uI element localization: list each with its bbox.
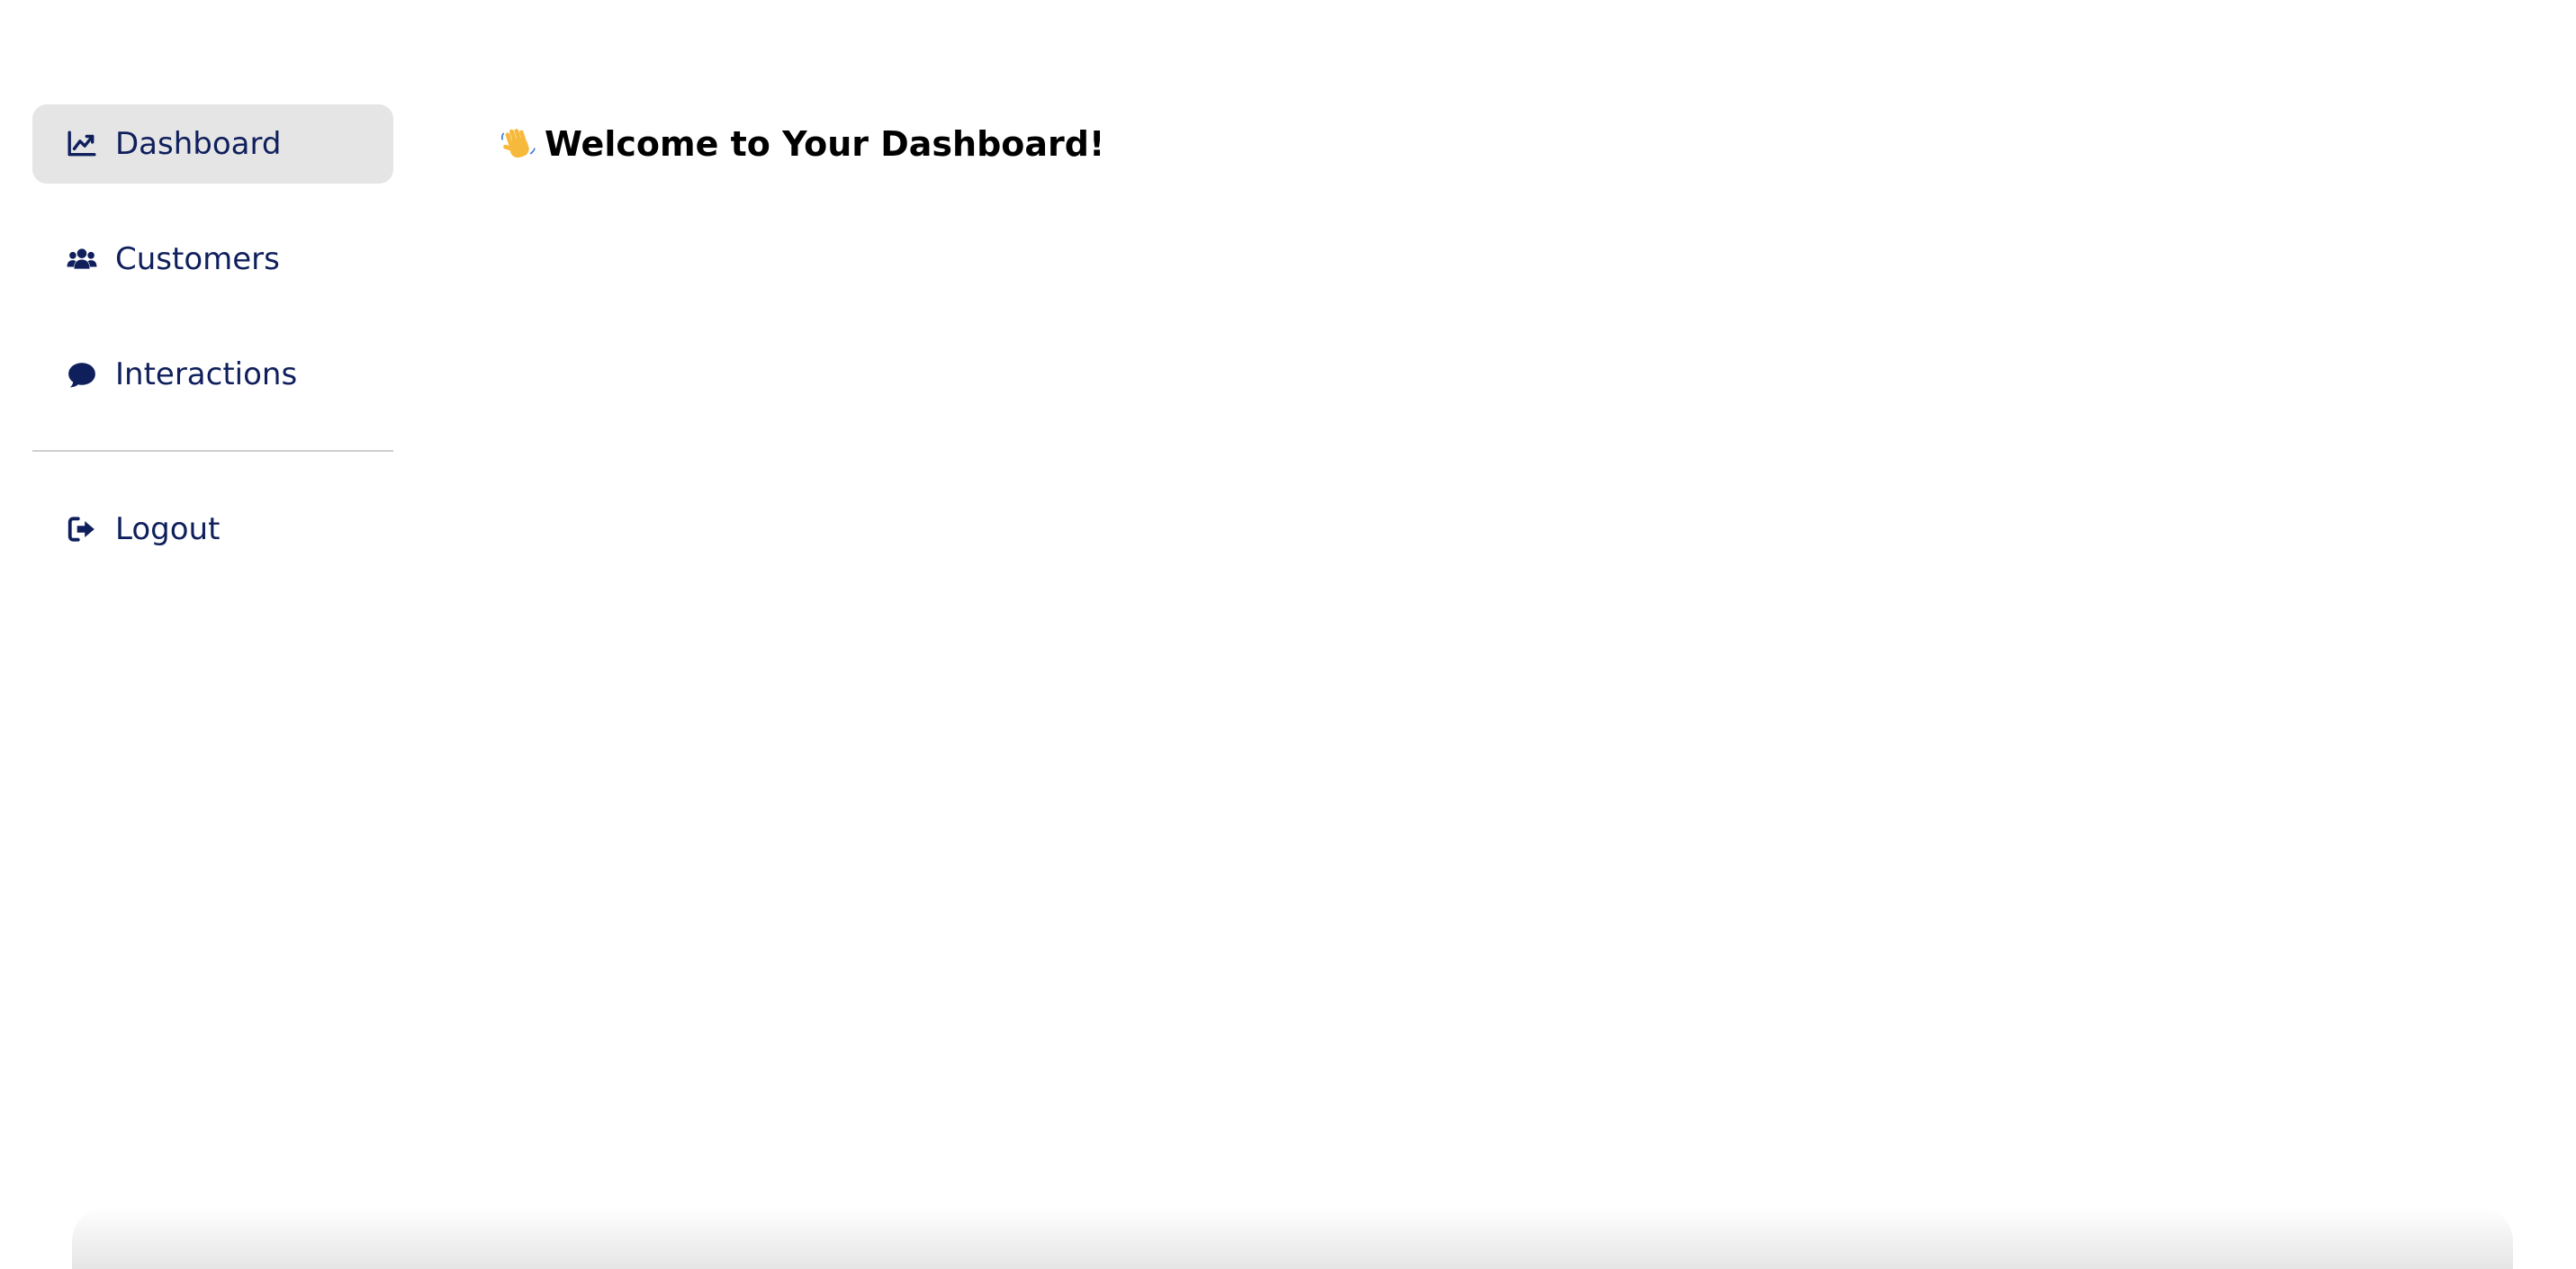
main-content: Welcome to Your Dashboard! bbox=[500, 124, 2576, 164]
logout-button[interactable]: Logout bbox=[32, 490, 393, 569]
logout-label: Logout bbox=[115, 511, 221, 547]
sidebar-item-interactions[interactable]: Interactions bbox=[32, 335, 393, 414]
page-title-text: Welcome to Your Dashboard! bbox=[545, 124, 1105, 164]
waving-hand-icon bbox=[500, 125, 537, 163]
users-icon bbox=[67, 244, 97, 274]
sidebar-item-customers[interactable]: Customers bbox=[32, 220, 393, 299]
app-window: Dashboard Customers Interactions Logout … bbox=[0, 0, 2576, 1269]
sidebar-item-label: Dashboard bbox=[115, 126, 282, 162]
comment-icon bbox=[67, 359, 97, 390]
sidebar: Dashboard Customers Interactions Logout bbox=[32, 104, 393, 605]
sidebar-item-dashboard[interactable]: Dashboard bbox=[32, 104, 393, 184]
page-title: Welcome to Your Dashboard! bbox=[500, 124, 2576, 164]
chart-line-icon bbox=[67, 129, 97, 159]
sign-out-icon bbox=[67, 514, 97, 544]
bottom-shadow bbox=[72, 1206, 2513, 1269]
sidebar-item-label: Interactions bbox=[115, 356, 298, 392]
sidebar-divider bbox=[32, 450, 393, 452]
sidebar-item-label: Customers bbox=[115, 241, 280, 277]
